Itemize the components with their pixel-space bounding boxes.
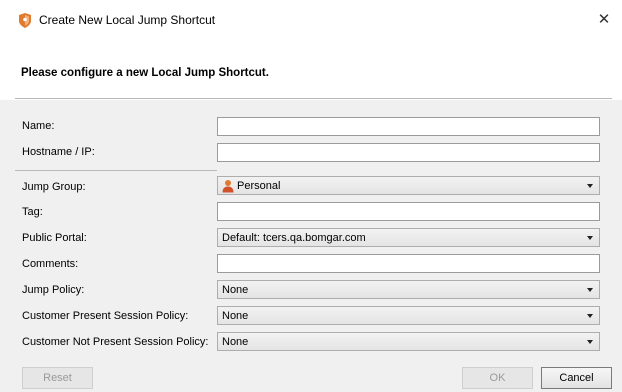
window-title: Create New Local Jump Shortcut [39,13,216,27]
jump-group-label: Jump Group: [22,181,86,193]
chevron-down-icon [587,236,593,240]
jump-group-select[interactable]: Personal [217,176,600,195]
jump-policy-select[interactable]: None [217,280,600,299]
tag-input[interactable] [217,202,600,221]
hostname-label: Hostname / IP: [22,146,95,158]
customer-not-present-policy-select[interactable]: None [217,332,600,351]
person-icon [222,180,234,193]
app-shield-icon [19,13,31,28]
comments-input[interactable] [217,254,600,273]
dialog-instructions: Please configure a new Local Jump Shortc… [21,67,269,79]
jump-policy-value: None [222,284,249,296]
cancel-button[interactable]: Cancel [541,367,612,389]
name-label: Name: [22,120,55,132]
customer-present-policy-select[interactable]: None [217,306,600,325]
chevron-down-icon [587,340,593,344]
ok-button[interactable]: OK [462,367,533,389]
customer-not-present-policy-value: None [222,336,249,348]
chevron-down-icon [587,184,593,188]
comments-label: Comments: [22,258,79,270]
public-portal-label: Public Portal: [22,232,87,244]
customer-present-policy-label: Customer Present Session Policy: [22,310,189,322]
form-divider [15,170,217,171]
jump-group-value: Personal [237,180,281,192]
chevron-down-icon [587,288,593,292]
reset-button[interactable]: Reset [22,367,93,389]
title-bar: Create New Local Jump Shortcut ✕ [0,0,622,40]
chevron-down-icon [587,314,593,318]
customer-not-present-policy-label: Customer Not Present Session Policy: [22,336,209,348]
hostname-input[interactable] [217,143,600,162]
public-portal-select[interactable]: Default: tcers.qa.bomgar.com [217,228,600,247]
tag-label: Tag: [22,206,43,218]
customer-present-policy-value: None [222,310,249,322]
name-input[interactable] [217,117,600,136]
header-divider [15,98,612,99]
close-icon[interactable]: ✕ [596,12,612,28]
jump-policy-label: Jump Policy: [22,284,85,296]
public-portal-value: Default: tcers.qa.bomgar.com [222,232,366,244]
